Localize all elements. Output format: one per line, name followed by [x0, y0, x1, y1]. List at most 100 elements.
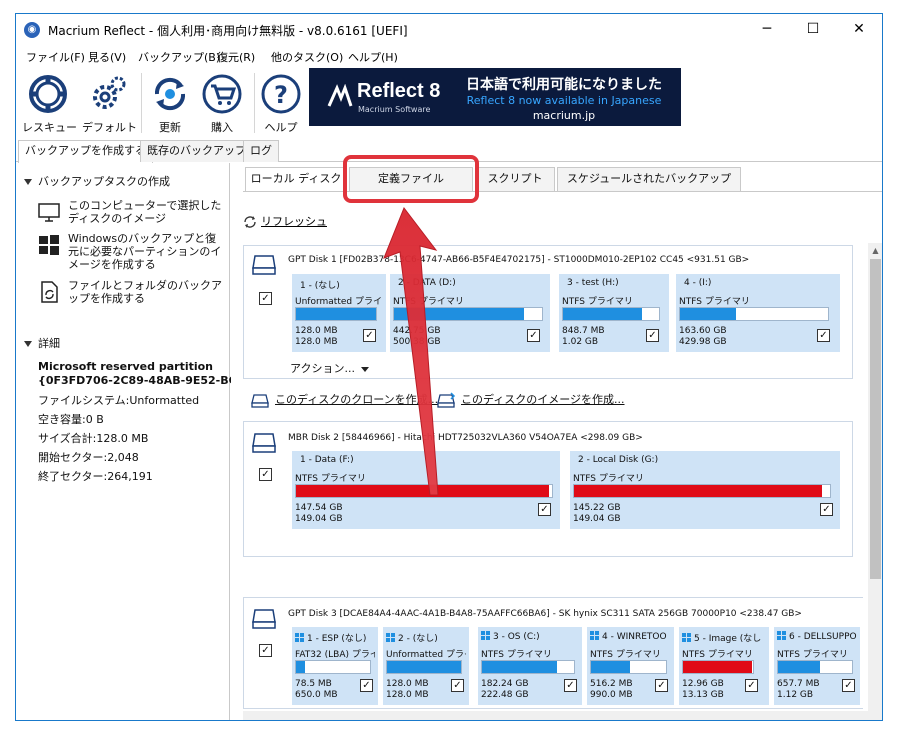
partition-used: 12.96 GB — [682, 679, 724, 689]
partition-name: 4 - WINRETOO — [590, 631, 673, 642]
partition-filesystem: NTFS プライマリ — [562, 297, 633, 307]
partition-checkbox[interactable]: ✓ — [745, 679, 758, 692]
partition-checkbox[interactable]: ✓ — [655, 679, 668, 692]
disk2-title: MBR Disk 2 [58446966] - Hitachi HDT72503… — [288, 433, 643, 443]
scroll-up-icon[interactable]: ▲ — [868, 243, 882, 258]
disk2-partition[interactable]: 1 - Data (F:) NTFS プライマリ 147.54 GB 149.0… — [292, 451, 560, 529]
tab-log[interactable]: ログ — [243, 140, 279, 162]
partition-checkbox[interactable]: ✓ — [538, 503, 551, 516]
horizontal-scrollbar[interactable] — [243, 711, 868, 720]
menu-backup[interactable]: バックアップ(B) — [138, 49, 220, 65]
disk3-partition[interactable]: 1 - ESP (なし) FAT32 (LBA) プライマリ 78.5 MB 6… — [292, 627, 378, 705]
partition-checkbox[interactable]: ✓ — [363, 329, 376, 342]
details-header[interactable]: 詳細 — [24, 335, 60, 351]
partition-total: 429.98 GB — [679, 337, 727, 347]
reflect8-banner[interactable]: Reflect 8 Macrium Software 日本語で利用可能になりまし… — [309, 68, 681, 126]
partition-total: 149.04 GB — [295, 514, 343, 524]
help-button[interactable]: ? ヘルプ — [255, 69, 307, 137]
refresh-link[interactable]: リフレッシュ — [243, 213, 327, 229]
disk3-checkbox[interactable]: ✓ — [259, 644, 272, 657]
rescue-button[interactable]: レスキュー — [22, 69, 77, 137]
subtab-scripts[interactable]: スクリプト — [475, 167, 555, 191]
create-tasks-header[interactable]: バックアップタスクの作成 — [24, 173, 170, 189]
hard-disk-icon — [252, 433, 276, 453]
banner-logo-subtext: Macrium Software — [358, 105, 431, 114]
disk3-partition[interactable]: 3 - OS (C:) NTFS プライマリ 182.24 GB 222.48 … — [478, 627, 582, 705]
partition-usage-fill — [683, 661, 753, 673]
partition-filesystem: NTFS プライマリ — [481, 650, 552, 660]
image-disk-link[interactable]: このディスクのイメージを作成... — [437, 391, 625, 408]
partition-name: 2 - Local Disk (G:) — [578, 455, 659, 465]
disk3-partition[interactable]: 5 - Image (なし NTFS プライマリ 12.96 GB 13.13 … — [679, 627, 769, 705]
update-button[interactable]: 更新 — [144, 69, 196, 137]
tab-existing-backups[interactable]: 既存のバックアップ — [140, 140, 253, 162]
disk3-panel: GPT Disk 3 [DCAE84A4-4AAC-4A1B-B4A8-75AA… — [243, 597, 863, 709]
banner-en-text: Reflect 8 now available in Japanese — [466, 94, 662, 107]
disk3-partition[interactable]: 4 - WINRETOO NTFS プライマリ 516.2 MB 990.0 M… — [587, 627, 674, 705]
partition-usage-fill — [387, 661, 461, 673]
banner-url: macrium.jp — [532, 109, 596, 122]
disk1-partition[interactable]: 2 - DATA (D:) NTFS プライマリ 442.75 GB 500.3… — [390, 274, 550, 352]
disk1-partition[interactable]: 4 - (I:) NTFS プライマリ 163.60 GB 429.98 GB … — [676, 274, 840, 352]
partition-name: 1 - Data (F:) — [300, 455, 354, 465]
file-backup-icon — [41, 281, 58, 303]
tab-create-backup[interactable]: バックアップを作成する — [18, 140, 153, 163]
partition-checkbox[interactable]: ✓ — [360, 679, 373, 692]
disk2-partition[interactable]: 2 - Local Disk (G:) NTFS プライマリ 145.22 GB… — [570, 451, 840, 529]
default-button[interactable]: デフォルト — [82, 69, 137, 137]
disk1-partition[interactable]: 3 - test (H:) NTFS プライマリ 848.7 MB 1.02 G… — [559, 274, 669, 352]
buy-button[interactable]: 購入 — [196, 69, 248, 137]
scrollbar-thumb[interactable] — [870, 259, 881, 579]
disk1-actions-dropdown[interactable]: アクション... — [290, 360, 369, 376]
disk3-partition[interactable]: 2 - (なし) Unformatted プライマリ 128.0 MB 128.… — [383, 627, 469, 705]
disk2-panel: MBR Disk 2 [58446966] - Hitachi HDT72503… — [243, 421, 853, 557]
menu-restore[interactable]: 復元(R) — [217, 49, 255, 65]
refresh-cycle-icon — [154, 77, 186, 111]
partition-checkbox[interactable]: ✓ — [527, 329, 540, 342]
toolbar-separator — [141, 73, 142, 133]
partition-used: 848.7 MB — [562, 326, 605, 336]
task-file-backup[interactable]: ファイルとフォルダのバックアップを作成する — [38, 279, 226, 305]
partition-checkbox[interactable]: ✓ — [842, 679, 855, 692]
disk2-checkbox[interactable]: ✓ — [259, 468, 272, 481]
vertical-scrollbar[interactable]: ▲ — [868, 243, 882, 720]
partition-checkbox[interactable]: ✓ — [646, 329, 659, 342]
subtab-local-disk[interactable]: ローカル ディスク — [245, 167, 347, 192]
windows-logo-icon — [481, 631, 490, 640]
partition-usage-fill — [296, 485, 550, 497]
disk1-partition[interactable]: 1 - (なし) Unformatted プライマリ 128.0 MB 128.… — [292, 274, 386, 352]
menu-file[interactable]: ファイル(F) — [26, 49, 85, 65]
partition-checkbox[interactable]: ✓ — [820, 503, 833, 516]
menu-view[interactable]: 見る(V) — [88, 49, 126, 65]
maximize-button[interactable]: ☐ — [790, 14, 836, 45]
task-image-windows[interactable]: Windowsのバックアップと復元に必要なパーティションのイメージを作成する — [38, 232, 226, 271]
partition-name: 2 - (なし) — [386, 631, 468, 644]
partition-filesystem: NTFS プライマリ — [393, 297, 464, 307]
partition-total: 1.02 GB — [562, 337, 599, 347]
question-mark-icon: ? — [261, 74, 301, 114]
task-image-disk-label: このコンピューターで選択したディスクのイメージ — [68, 199, 222, 225]
minimize-button[interactable]: ─ — [744, 14, 790, 45]
menu-other-tasks[interactable]: 他のタスク(O) — [271, 49, 343, 65]
image-disk-icon — [437, 392, 456, 408]
lifebuoy-icon — [29, 75, 67, 113]
partition-name-text: 2 - (なし) — [398, 634, 438, 644]
close-button[interactable]: ✕ — [836, 14, 882, 45]
partition-checkbox[interactable]: ✓ — [817, 329, 830, 342]
detail-title: Microsoft reserved partition — [38, 360, 214, 373]
disk3-partition[interactable]: 6 - DELLSUPPO NTFS プライマリ 657.7 MB 1.12 G… — [774, 627, 860, 705]
disk1-checkbox[interactable]: ✓ — [259, 292, 272, 305]
partition-usage-bar — [386, 660, 462, 674]
task-image-disk[interactable]: このコンピューターで選択したディスクのイメージ — [38, 199, 226, 225]
rescue-label: レスキュー — [22, 121, 77, 134]
partition-checkbox[interactable]: ✓ — [564, 679, 577, 692]
details-header-label: 詳細 — [38, 337, 60, 350]
partition-usage-bar — [573, 484, 831, 498]
partition-total: 222.48 GB — [481, 690, 529, 700]
hard-disk-icon — [252, 255, 276, 275]
partition-checkbox[interactable]: ✓ — [451, 679, 464, 692]
menu-help[interactable]: ヘルプ(H) — [348, 49, 398, 65]
partition-total: 13.13 GB — [682, 690, 724, 700]
clone-disk-link[interactable]: このディスクのクローンを作成... — [251, 391, 438, 408]
subtab-scheduled-backups[interactable]: スケジュールされたバックアップ — [557, 167, 741, 191]
